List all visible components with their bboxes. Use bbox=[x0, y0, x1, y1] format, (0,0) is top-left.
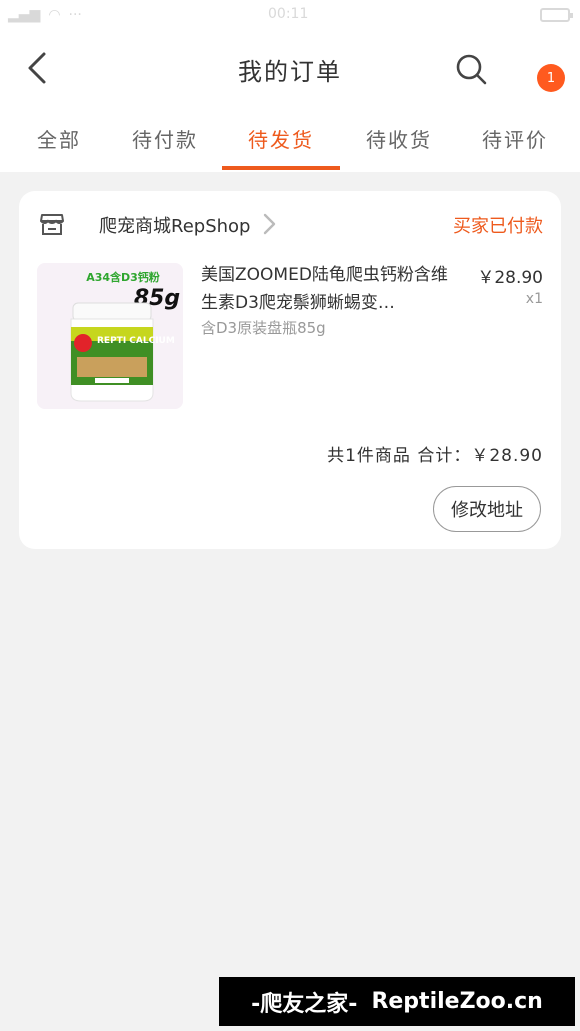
header: 我的订单 1 bbox=[0, 30, 580, 110]
watermark-right: ReptileZoo.cn bbox=[371, 989, 543, 1014]
product-image-graphic: A34含D3钙粉 85g REPTI CALCIUM bbox=[37, 263, 183, 409]
watermark: -爬友之家- ReptileZoo.cn bbox=[219, 977, 575, 1026]
battery-icon bbox=[540, 8, 573, 22]
order-status: 买家已付款 bbox=[453, 216, 543, 237]
page-title: 我的订单 bbox=[238, 58, 342, 86]
tab-pending-payment[interactable]: 待付款 bbox=[110, 124, 220, 153]
wifi-icon: ◠ bbox=[48, 7, 61, 23]
edit-address-button[interactable]: 修改地址 bbox=[433, 486, 541, 532]
product-price: ￥28.90 bbox=[477, 268, 543, 288]
product-quantity: x1 bbox=[525, 291, 543, 307]
tab-all[interactable]: 全部 bbox=[4, 124, 114, 153]
product-image-caption: A34含D3钙粉 bbox=[86, 270, 160, 284]
product-spec: 含D3原装盘瓶85g bbox=[201, 319, 326, 337]
status-bar: ▂▄▆ ◠ ··· 00:11 bbox=[0, 0, 580, 30]
product-image[interactable]: A34含D3钙粉 85g REPTI CALCIUM bbox=[37, 263, 183, 409]
status-icons: ▂▄▆ ◠ ··· bbox=[8, 7, 82, 23]
tab-pending-review[interactable]: 待评价 bbox=[460, 124, 570, 153]
active-tab-indicator bbox=[222, 166, 340, 170]
chevron-right-icon bbox=[263, 213, 276, 235]
tab-pending-shipment[interactable]: 待发货 bbox=[226, 124, 336, 153]
search-button[interactable] bbox=[452, 50, 490, 88]
tab-pending-receipt[interactable]: 待收货 bbox=[344, 124, 454, 153]
order-card[interactable]: 爬宠商城RepShop 买家已付款 A34含D3钙粉 85g REPTI CAL… bbox=[19, 191, 561, 549]
search-icon bbox=[456, 54, 487, 85]
order-summary: 共1件商品 合计：￥28.90 bbox=[327, 446, 543, 466]
signal-icon: ▂▄▆ bbox=[8, 7, 41, 23]
shop-name: 爬宠商城RepShop bbox=[99, 216, 251, 237]
watermark-left: -爬友之家- bbox=[251, 991, 358, 1017]
notification-badge: 1 bbox=[537, 64, 565, 92]
dots-icon: ··· bbox=[68, 7, 82, 23]
product-title[interactable]: 美国ZOOMED陆龟爬虫钙粉含维生素D3爬宠鬃狮蜥蜴变… bbox=[201, 261, 451, 317]
shop-icon bbox=[40, 214, 64, 235]
status-time: 00:11 bbox=[268, 6, 309, 22]
product-image-brand: REPTI CALCIUM bbox=[97, 336, 175, 346]
order-tabs: 全部 待付款 待发货 待收货 待评价 bbox=[0, 110, 580, 172]
shop-row[interactable]: 爬宠商城RepShop 买家已付款 bbox=[39, 209, 543, 239]
